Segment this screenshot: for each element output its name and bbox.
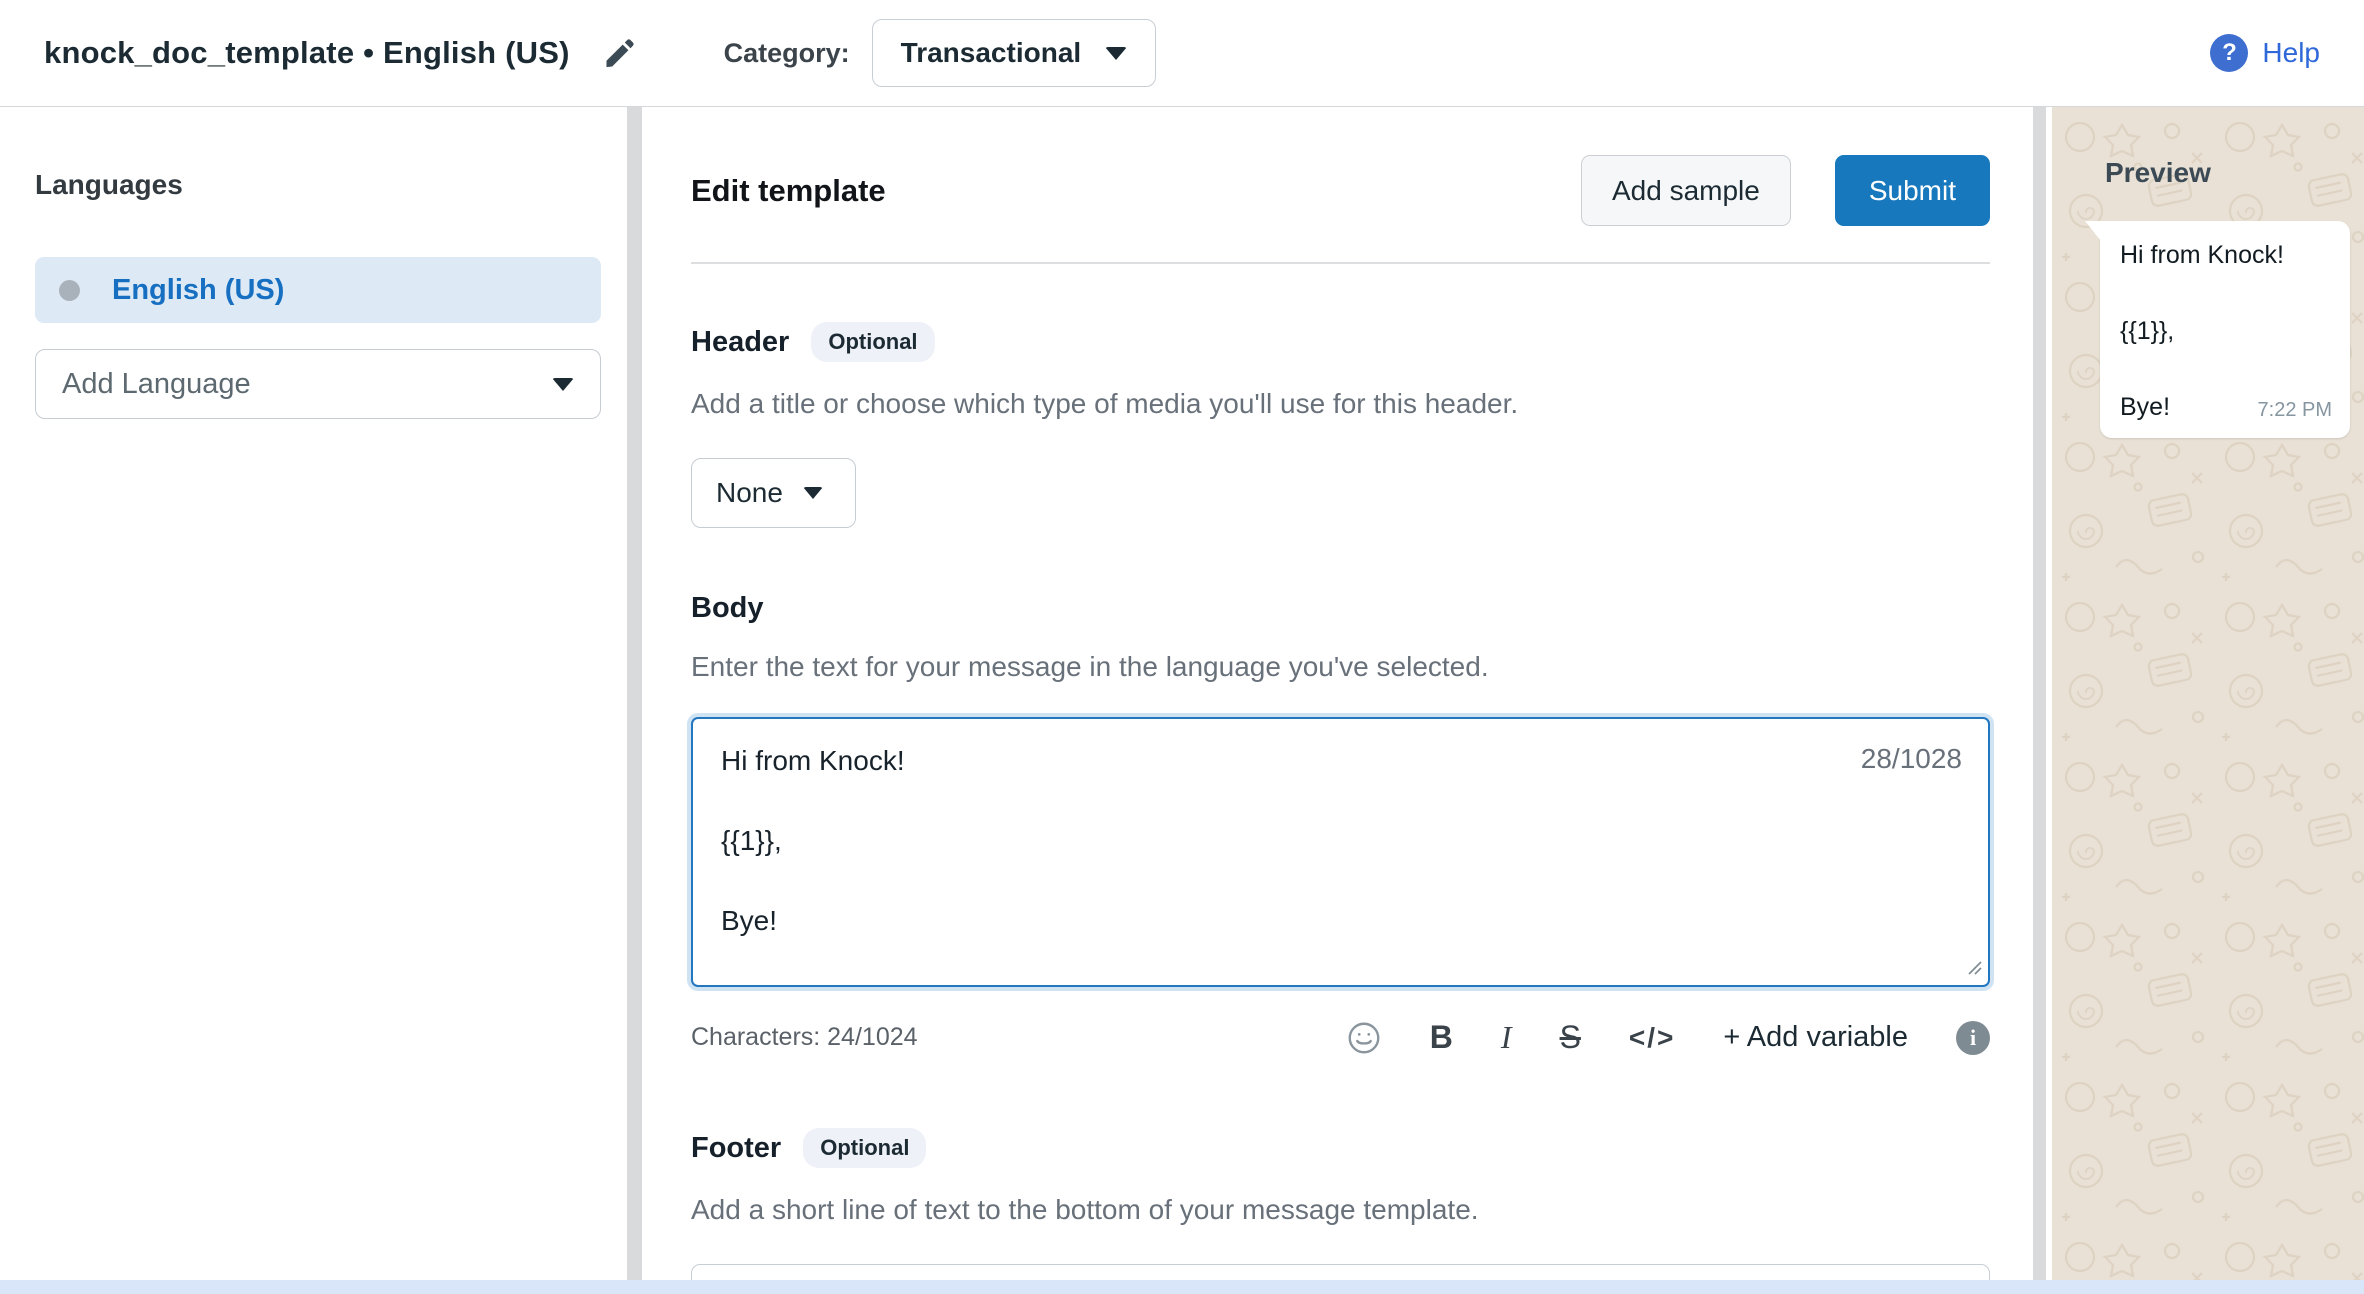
body-section-title: Body: [691, 592, 764, 625]
bubble-line: Bye!: [2120, 393, 2170, 422]
pencil-icon: [602, 35, 638, 71]
body-toolbar-row: Characters: 24/1024 B I S </> + A: [691, 1019, 1990, 1056]
italic-icon[interactable]: I: [1501, 1019, 1512, 1056]
sidebar-scrollbar[interactable]: [627, 107, 642, 1294]
body-section-description: Enter the text for your message in the l…: [691, 651, 1990, 683]
editor-title: Edit template: [691, 173, 886, 209]
content-area: Languages English (US) Add Language Edit…: [0, 107, 2364, 1294]
submit-button[interactable]: Submit: [1835, 155, 1990, 226]
message-timestamp: 7:22 PM: [2258, 399, 2332, 422]
top-bar: knock_doc_template • English (US) Catego…: [0, 0, 2364, 107]
chevron-down-icon: [552, 378, 574, 391]
bold-icon[interactable]: B: [1430, 1019, 1453, 1056]
formatting-toolbar: B I S </> + Add variable i: [1346, 1019, 1990, 1056]
info-icon[interactable]: i: [1956, 1021, 1990, 1055]
header-type-dropdown[interactable]: None: [691, 458, 856, 528]
body-textarea[interactable]: Hi from Knock! {{1}}, Bye! 28/1028: [691, 717, 1990, 987]
language-status-dot: [59, 280, 80, 301]
header-section-title: Header: [691, 326, 789, 359]
bubble-line: {{1}},: [2120, 317, 2332, 346]
footer-section-description: Add a short line of text to the bottom o…: [691, 1194, 1990, 1226]
body-section: Body Enter the text for your message in …: [691, 592, 1990, 1056]
add-sample-button[interactable]: Add sample: [1581, 155, 1791, 226]
footer-section: Footer Optional Add a short line of text…: [691, 1128, 1990, 1294]
bottom-strip: [0, 1280, 2364, 1294]
preview-heading: Preview: [2105, 157, 2364, 189]
header-section-description: Add a title or choose which type of medi…: [691, 388, 1990, 420]
page-title: knock_doc_template • English (US): [44, 35, 570, 71]
emoji-icon[interactable]: [1346, 1020, 1382, 1056]
bubble-tail: [2085, 221, 2101, 241]
sidebar-item-english-us[interactable]: English (US): [35, 257, 601, 323]
body-character-counter: 28/1028: [1861, 743, 1962, 775]
add-variable-button[interactable]: + Add variable: [1723, 1021, 1908, 1054]
category-value: Transactional: [901, 37, 1082, 69]
editor-header: Edit template Add sample Submit: [691, 155, 1990, 226]
help-icon[interactable]: ?: [2210, 34, 2248, 72]
category-label: Category:: [724, 38, 850, 69]
preview-inner: Preview Hi from Knock! {{1}}, Bye! 7:22 …: [2052, 107, 2364, 438]
message-bubble: Hi from Knock! {{1}}, Bye! 7:22 PM: [2100, 221, 2350, 438]
body-text: Hi from Knock! {{1}}, Bye!: [693, 719, 1988, 963]
top-bar-right: ? Help: [2210, 34, 2320, 72]
help-link[interactable]: Help: [2262, 37, 2320, 69]
bubble-line: Hi from Knock!: [2120, 241, 2332, 270]
add-language-placeholder: Add Language: [62, 368, 251, 401]
code-icon[interactable]: </>: [1629, 1022, 1675, 1054]
strikethrough-icon[interactable]: S: [1560, 1019, 1581, 1056]
category-group: Category: Transactional: [724, 19, 1157, 87]
header-type-value: None: [716, 477, 783, 509]
chevron-down-icon: [1105, 47, 1127, 60]
header-section: Header Optional Add a title or choose wh…: [691, 322, 1990, 528]
add-language-dropdown[interactable]: Add Language: [35, 349, 601, 419]
language-label: English (US): [112, 274, 284, 307]
optional-badge: Optional: [811, 322, 934, 362]
languages-heading: Languages: [35, 169, 601, 201]
edit-title-button[interactable]: [602, 35, 638, 71]
preview-panel: Preview Hi from Knock! {{1}}, Bye! 7:22 …: [2052, 107, 2364, 1294]
main-scrollbar[interactable]: [2033, 107, 2046, 1294]
category-dropdown[interactable]: Transactional: [872, 19, 1157, 87]
footer-section-title: Footer: [691, 1132, 781, 1165]
section-divider: [691, 262, 1990, 264]
characters-label: Characters: 24/1024: [691, 1023, 918, 1052]
chevron-down-icon: [803, 487, 823, 499]
languages-sidebar: Languages English (US) Add Language: [0, 107, 627, 1294]
optional-badge: Optional: [803, 1128, 926, 1168]
edit-template-panel: Edit template Add sample Submit Header O…: [642, 107, 2033, 1294]
resize-handle-icon[interactable]: [1965, 958, 1983, 981]
